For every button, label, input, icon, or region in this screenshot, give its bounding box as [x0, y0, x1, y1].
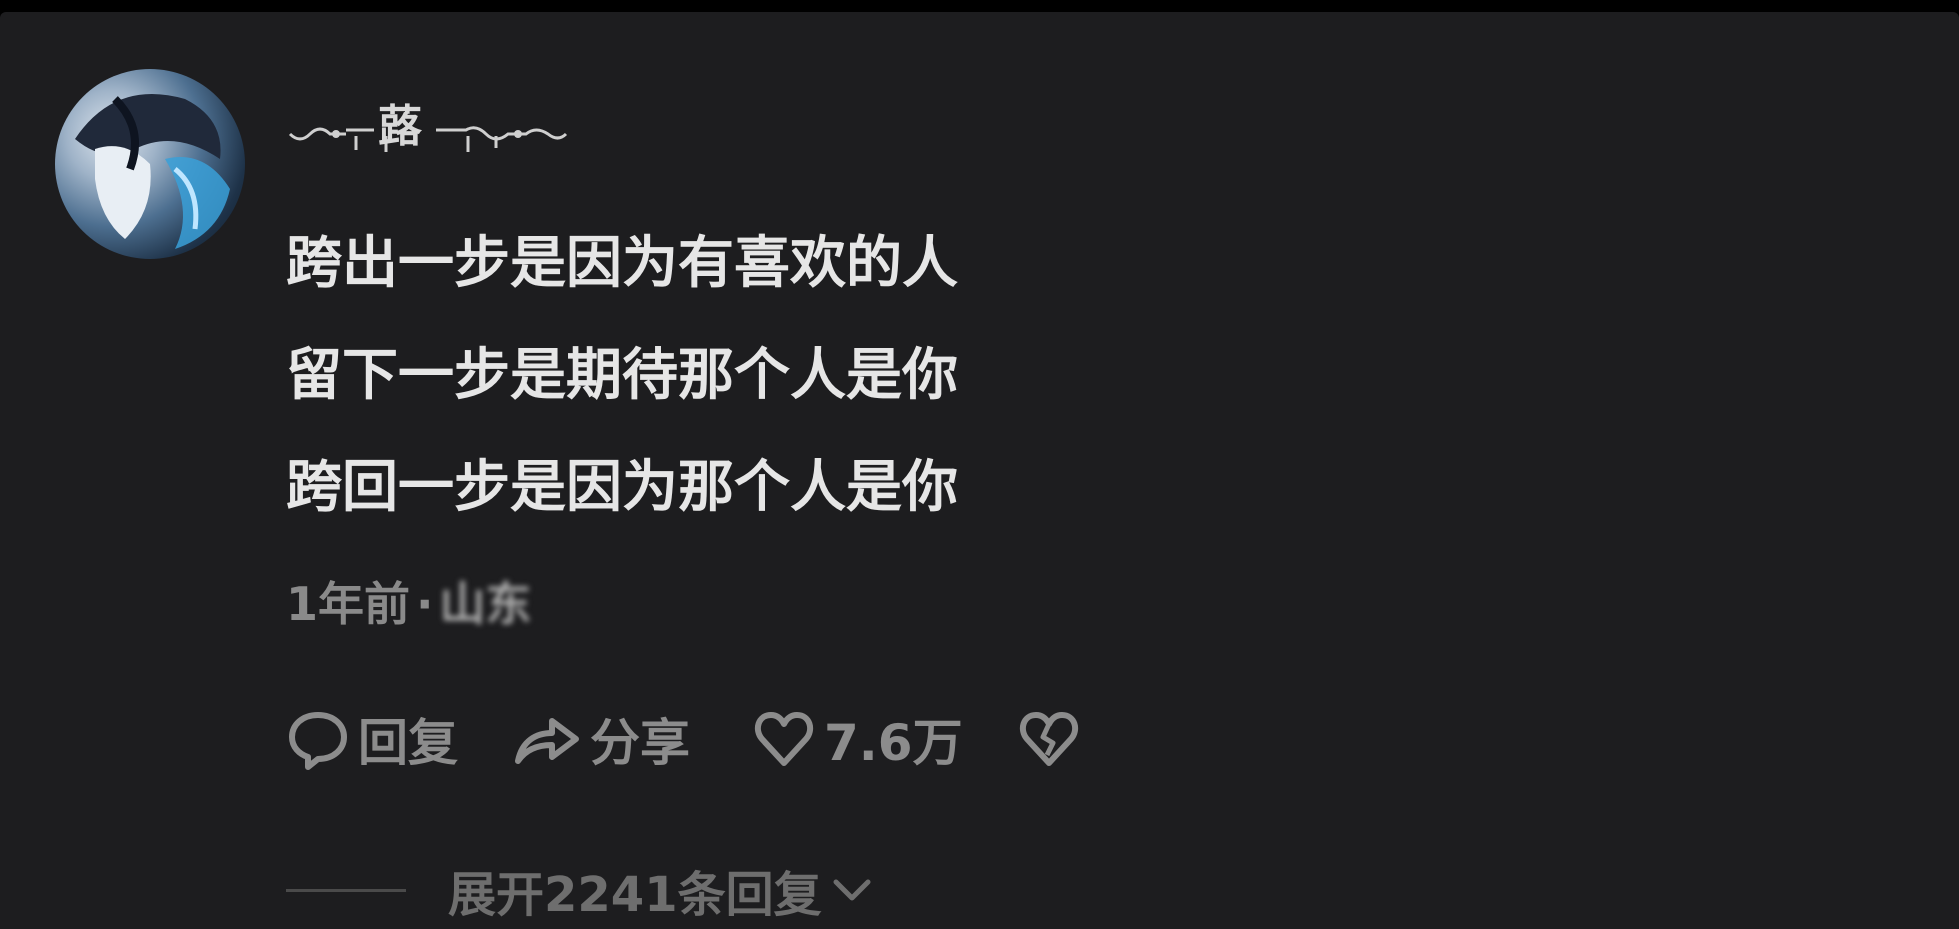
- meta-separator: ·: [416, 577, 434, 631]
- reply-label: 回复: [358, 714, 458, 772]
- share-button[interactable]: 分享: [510, 703, 690, 775]
- screen: 蕗 跨出一步是因为有喜欢的人 留下一步是期待那个人是你 跨回一步是因为那个人是你…: [0, 0, 1959, 929]
- like-count: 7.6万: [824, 714, 963, 772]
- avatar-image: [75, 94, 230, 249]
- username-text: 蕗: [378, 101, 422, 152]
- comment-actions: 回复 分享 7.6万: [286, 704, 1081, 774]
- expand-replies-button[interactable]: 展开2241条回复: [286, 860, 874, 923]
- avatar[interactable]: [55, 69, 245, 259]
- username[interactable]: 蕗: [286, 90, 586, 170]
- comment-meta: 1年前 · 山东: [286, 568, 532, 631]
- chevron-down-icon: [833, 879, 871, 901]
- speech-bubble-icon: [289, 712, 347, 770]
- broken-heart-icon: [1019, 712, 1078, 766]
- expand-replies-label: 展开2241条回复: [448, 867, 822, 923]
- comment-line: 留下一步是期待那个人是你: [286, 343, 958, 408]
- comment-location: 山东: [439, 577, 532, 631]
- like-button[interactable]: 7.6万: [752, 703, 963, 775]
- comment-card: 蕗 跨出一步是因为有喜欢的人 留下一步是期待那个人是你 跨回一步是因为那个人是你…: [0, 12, 1959, 929]
- heart-icon: [754, 712, 814, 766]
- share-label: 分享: [590, 714, 690, 772]
- comment-line: 跨回一步是因为那个人是你: [286, 455, 958, 520]
- divider-line: [286, 888, 406, 892]
- share-arrow-icon: [515, 718, 579, 764]
- comment-line: 跨出一步是因为有喜欢的人: [286, 231, 958, 296]
- comment-body: 跨出一步是因为有喜欢的人 留下一步是期待那个人是你 跨回一步是因为那个人是你: [286, 208, 1686, 544]
- reply-button[interactable]: 回复: [286, 703, 458, 775]
- username-decoration-icon: [288, 126, 568, 152]
- dislike-button[interactable]: [1017, 707, 1081, 771]
- comment-time: 1年前: [286, 577, 411, 631]
